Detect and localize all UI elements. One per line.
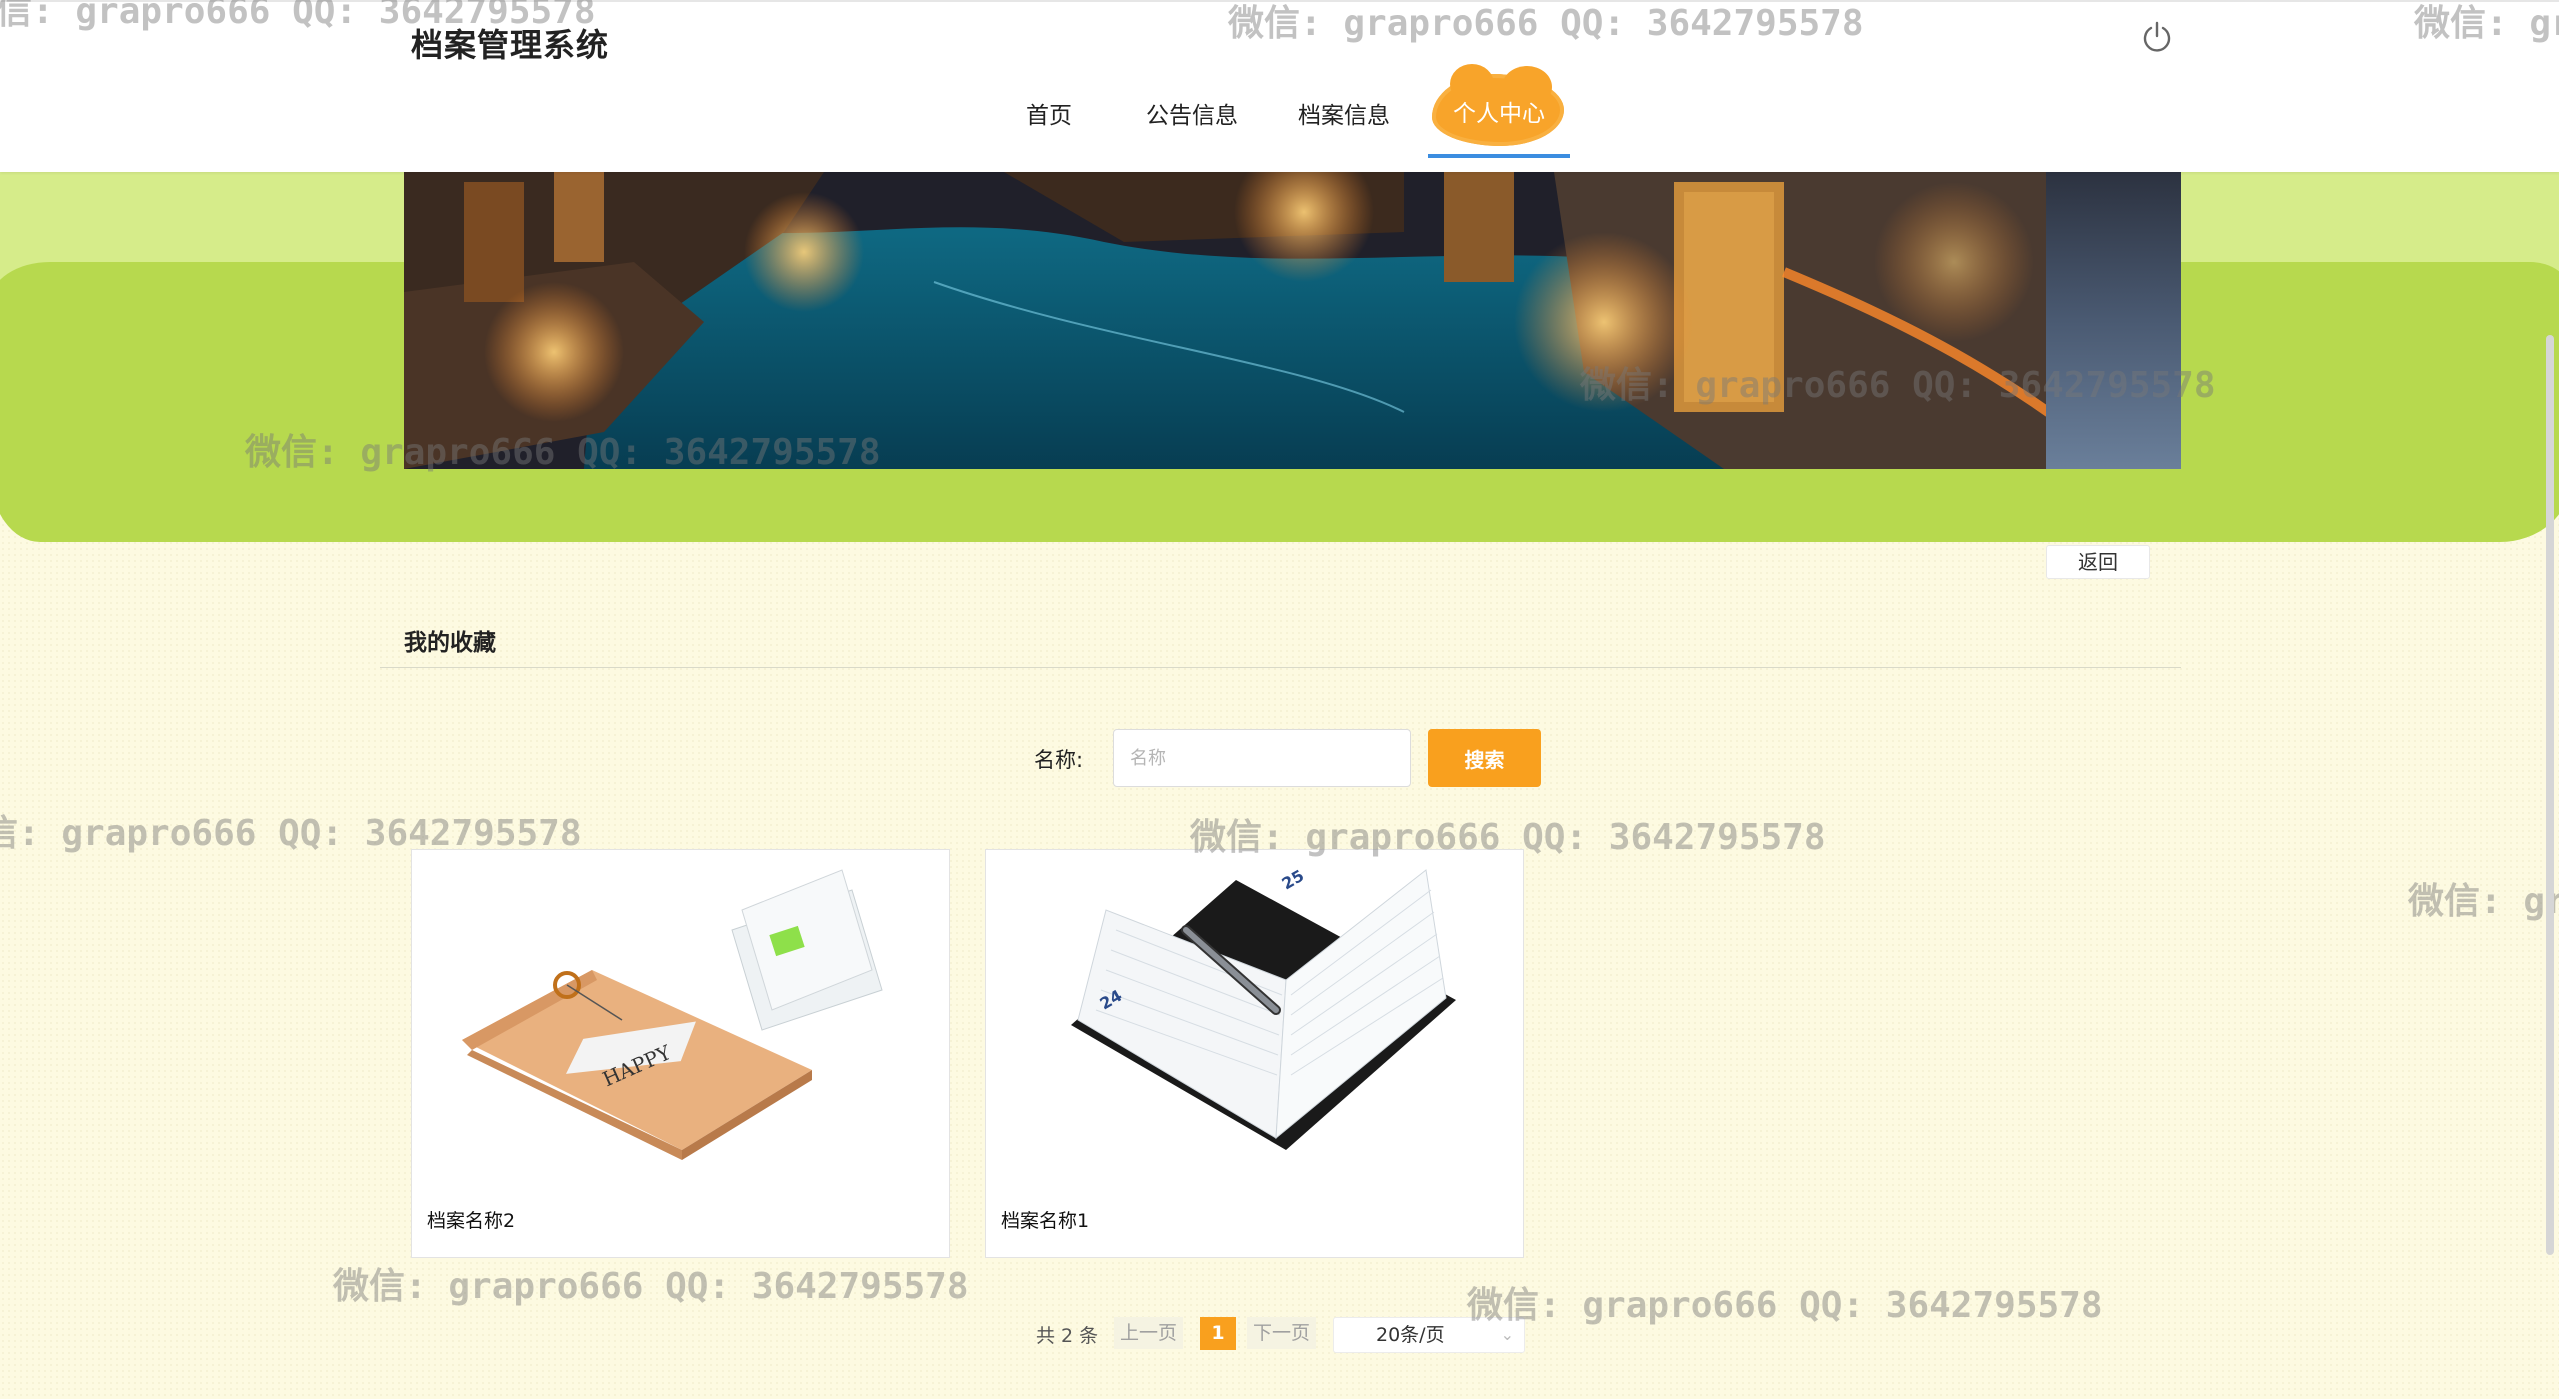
search-label: 名称:	[1034, 748, 1084, 772]
favorite-card[interactable]: HAPPY 档案名称2	[411, 849, 950, 1258]
envelope-image: HAPPY	[412, 850, 949, 1190]
vertical-scrollbar[interactable]	[2546, 335, 2554, 1255]
pagination: 共 2 条 上一页 1 下一页 20条/页 ⌄	[0, 1313, 2559, 1353]
nav-item-archives[interactable]: 档案信息	[1298, 96, 1390, 130]
banner-side-image	[2046, 172, 2181, 469]
chevron-down-icon: ⌄	[1500, 1325, 1514, 1344]
search-input[interactable]	[1113, 729, 1411, 787]
page-size-select[interactable]: 20条/页 ⌄	[1333, 1317, 1525, 1353]
section-title: 我的收藏	[404, 630, 496, 656]
pagination-total: 共 2 条	[1036, 1325, 1099, 1347]
back-button[interactable]: 返回	[2046, 545, 2150, 579]
svg-text:25: 25	[1279, 866, 1308, 894]
nav-item-announcements[interactable]: 公告信息	[1146, 96, 1238, 130]
page-size-value: 20条/页	[1376, 1324, 1445, 1346]
search-button[interactable]: 搜索	[1428, 729, 1541, 787]
card-name: 档案名称2	[427, 1210, 516, 1232]
banner-image	[404, 172, 2181, 469]
top-header: 档案管理系统 首页 公告信息 档案信息 个人中心	[0, 0, 2559, 172]
pagination-next-button[interactable]: 下一页	[1247, 1317, 1317, 1349]
pagination-prev-button[interactable]: 上一页	[1114, 1317, 1184, 1349]
nav-item-personal-center[interactable]: 个人中心	[1428, 64, 1570, 156]
pagination-current-page[interactable]: 1	[1200, 1317, 1236, 1350]
section-divider	[380, 667, 2181, 668]
favorite-card[interactable]: 24 25 档案名称1	[985, 849, 1524, 1258]
nav-item-home[interactable]: 首页	[1026, 96, 1072, 130]
notebook-image: 24 25	[986, 850, 1523, 1190]
power-icon[interactable]	[2139, 19, 2175, 55]
nav-item-personal-center-label: 个人中心	[1453, 101, 1545, 127]
nav-active-underline	[1428, 154, 1570, 158]
card-name: 档案名称1	[1001, 1210, 1090, 1232]
main-nav: 首页 公告信息 档案信息 个人中心	[0, 2, 2559, 174]
